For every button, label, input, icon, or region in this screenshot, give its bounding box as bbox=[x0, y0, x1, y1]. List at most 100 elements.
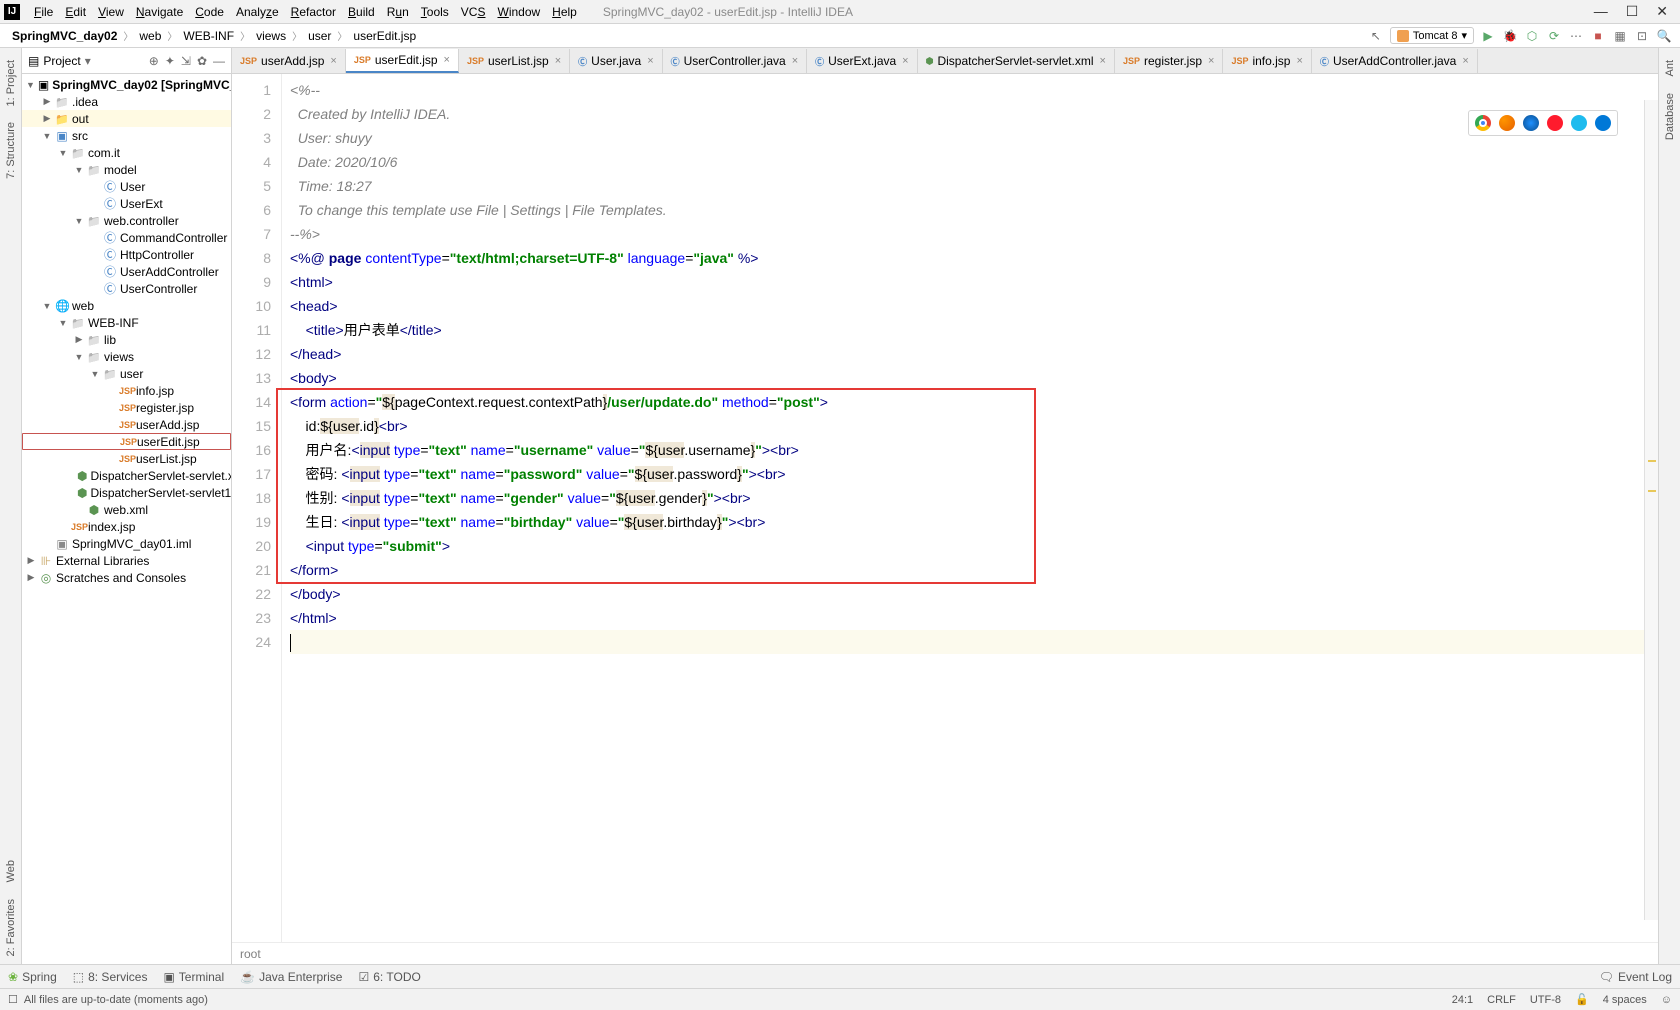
project-tree[interactable]: ▼▣SpringMVC_day02 [SpringMVC_day0 ▶.idea… bbox=[22, 74, 231, 964]
close-icon[interactable]: × bbox=[555, 55, 561, 67]
run-config-selector[interactable]: Tomcat 8 ▾ bbox=[1390, 27, 1474, 44]
chrome-icon[interactable] bbox=[1475, 115, 1491, 131]
settings-icon[interactable]: ✿ bbox=[197, 54, 207, 68]
tree-idea[interactable]: ▶.idea bbox=[22, 93, 231, 110]
menu-view[interactable]: View bbox=[92, 5, 130, 19]
tree-root[interactable]: ▼▣SpringMVC_day02 [SpringMVC_day0 bbox=[22, 76, 231, 93]
editor-tab[interactable]: ⒸUser.java× bbox=[570, 49, 662, 73]
menu-file[interactable]: File bbox=[28, 5, 59, 19]
crumb-file[interactable]: userEdit.jsp bbox=[349, 29, 420, 43]
tree-cmdctrl[interactable]: ⒸCommandController bbox=[22, 229, 231, 246]
menu-navigate[interactable]: Navigate bbox=[130, 5, 189, 19]
status-inspection-icon[interactable]: ☺ bbox=[1661, 994, 1672, 1006]
editor-tab[interactable]: JSPuserList.jsp× bbox=[459, 49, 570, 73]
close-icon[interactable]: × bbox=[1296, 55, 1302, 67]
ie-icon[interactable] bbox=[1571, 115, 1587, 131]
back-icon[interactable]: ↖ bbox=[1368, 28, 1384, 44]
error-stripe[interactable] bbox=[1644, 100, 1658, 920]
close-icon[interactable]: × bbox=[792, 55, 798, 67]
tree-indexjsp[interactable]: JSPindex.jsp bbox=[22, 518, 231, 535]
tab-web[interactable]: Web bbox=[3, 852, 19, 890]
edge-icon[interactable] bbox=[1595, 115, 1611, 131]
status-icon[interactable]: ☐ bbox=[8, 993, 18, 1006]
tree-register[interactable]: JSPregister.jsp bbox=[22, 399, 231, 416]
bottom-eventlog[interactable]: 🗨Event Log bbox=[1599, 970, 1672, 984]
menu-code[interactable]: Code bbox=[189, 5, 230, 19]
editor-tab[interactable]: ⒸUserAddController.java× bbox=[1312, 49, 1478, 73]
editor-tab[interactable]: JSPuserAdd.jsp× bbox=[232, 49, 346, 73]
menu-edit[interactable]: Edit bbox=[59, 5, 92, 19]
menu-window[interactable]: Window bbox=[491, 5, 546, 19]
editor-tab[interactable]: JSPinfo.jsp× bbox=[1223, 49, 1311, 73]
expand-icon[interactable]: ✦ bbox=[165, 54, 175, 68]
crumb-user[interactable]: user bbox=[304, 29, 335, 43]
editor-tab[interactable]: JSPregister.jsp× bbox=[1115, 49, 1223, 73]
tab-project[interactable]: 1: Project bbox=[3, 52, 19, 114]
chevron-down-icon[interactable]: ▾ bbox=[85, 54, 91, 68]
attach-button[interactable]: ⋯ bbox=[1568, 28, 1584, 44]
editor-breadcrumb[interactable]: root bbox=[232, 942, 1658, 964]
close-icon[interactable]: × bbox=[902, 55, 908, 67]
tab-favorites[interactable]: 2: Favorites bbox=[3, 891, 19, 964]
close-icon[interactable]: × bbox=[1208, 55, 1214, 67]
collapse-icon[interactable]: ⇲ bbox=[181, 54, 191, 68]
debug-button[interactable]: 🐞 bbox=[1502, 28, 1518, 44]
editor-tab[interactable]: ⬢DispatcherServlet-servlet.xml× bbox=[918, 49, 1115, 73]
tree-userctrl[interactable]: ⒸUserController bbox=[22, 280, 231, 297]
tree-userext-class[interactable]: ⒸUserExt bbox=[22, 195, 231, 212]
tree-info[interactable]: JSPinfo.jsp bbox=[22, 382, 231, 399]
lock-icon[interactable] bbox=[1575, 993, 1589, 1006]
opera-icon[interactable] bbox=[1547, 115, 1563, 131]
bottom-todo[interactable]: ☑6: TODO bbox=[358, 970, 420, 984]
crumb-project[interactable]: SpringMVC_day02 bbox=[8, 29, 121, 43]
menu-refactor[interactable]: Refactor bbox=[285, 5, 342, 19]
layout-button[interactable]: ▦ bbox=[1612, 28, 1628, 44]
tree-extlib[interactable]: ▶⊪External Libraries bbox=[22, 552, 231, 569]
close-icon[interactable]: × bbox=[1100, 55, 1106, 67]
crumb-web[interactable]: web bbox=[135, 29, 165, 43]
tree-useraddctrl[interactable]: ⒸUserAddController bbox=[22, 263, 231, 280]
bottom-javaee[interactable]: ☕Java Enterprise bbox=[240, 970, 342, 984]
menu-build[interactable]: Build bbox=[342, 5, 381, 19]
status-lineending[interactable]: CRLF bbox=[1487, 994, 1516, 1006]
menu-analyze[interactable]: Analyze bbox=[230, 5, 285, 19]
tree-comit[interactable]: ▼com.it bbox=[22, 144, 231, 161]
tab-database[interactable]: Database bbox=[1662, 85, 1678, 148]
select-opened-icon[interactable]: ⊕ bbox=[149, 54, 159, 68]
minimize-button[interactable]: — bbox=[1594, 3, 1608, 20]
close-button[interactable]: ✕ bbox=[1656, 3, 1668, 20]
code-content[interactable]: <%-- Created by IntelliJ IDEA. User: shu… bbox=[282, 74, 1658, 942]
bottom-spring[interactable]: ❀Spring bbox=[8, 970, 57, 984]
tree-userlist[interactable]: JSPuserList.jsp bbox=[22, 450, 231, 467]
run-button[interactable]: ▶ bbox=[1480, 28, 1496, 44]
tree-views[interactable]: ▼views bbox=[22, 348, 231, 365]
code-editor[interactable]: 123456789101112131415161718192021222324 … bbox=[232, 74, 1658, 942]
close-icon[interactable]: × bbox=[1462, 55, 1468, 67]
tree-webcontroller[interactable]: ▼web.controller bbox=[22, 212, 231, 229]
menu-help[interactable]: Help bbox=[546, 5, 583, 19]
crumb-webinf[interactable]: WEB-INF bbox=[179, 29, 238, 43]
firefox-icon[interactable] bbox=[1499, 115, 1515, 131]
status-indent[interactable]: 4 spaces bbox=[1603, 994, 1647, 1006]
tree-web[interactable]: ▼🌐web bbox=[22, 297, 231, 314]
editor-tab[interactable]: ⒸUserController.java× bbox=[663, 49, 808, 73]
menu-vcs[interactable]: VCS bbox=[455, 5, 492, 19]
menu-tools[interactable]: Tools bbox=[415, 5, 455, 19]
menu-run[interactable]: Run bbox=[381, 5, 415, 19]
close-icon[interactable]: × bbox=[330, 55, 336, 67]
close-icon[interactable]: × bbox=[647, 55, 653, 67]
status-position[interactable]: 24:1 bbox=[1452, 994, 1473, 1006]
tree-scratch[interactable]: ▶◎Scratches and Consoles bbox=[22, 569, 231, 586]
editor-tab[interactable]: JSPuserEdit.jsp× bbox=[346, 49, 459, 73]
tree-webinf[interactable]: ▼WEB-INF bbox=[22, 314, 231, 331]
tree-iml[interactable]: ▣SpringMVC_day01.iml bbox=[22, 535, 231, 552]
close-icon[interactable]: × bbox=[444, 54, 450, 66]
maximize-button[interactable]: ☐ bbox=[1626, 3, 1639, 20]
expand-button[interactable]: ⊡ bbox=[1634, 28, 1650, 44]
tree-webxml[interactable]: ⬢web.xml bbox=[22, 501, 231, 518]
tree-userdir[interactable]: ▼user bbox=[22, 365, 231, 382]
tree-useradd[interactable]: JSPuserAdd.jsp bbox=[22, 416, 231, 433]
tab-structure[interactable]: 7: Structure bbox=[3, 114, 19, 187]
hide-icon[interactable]: — bbox=[213, 54, 225, 68]
tree-model[interactable]: ▼model bbox=[22, 161, 231, 178]
